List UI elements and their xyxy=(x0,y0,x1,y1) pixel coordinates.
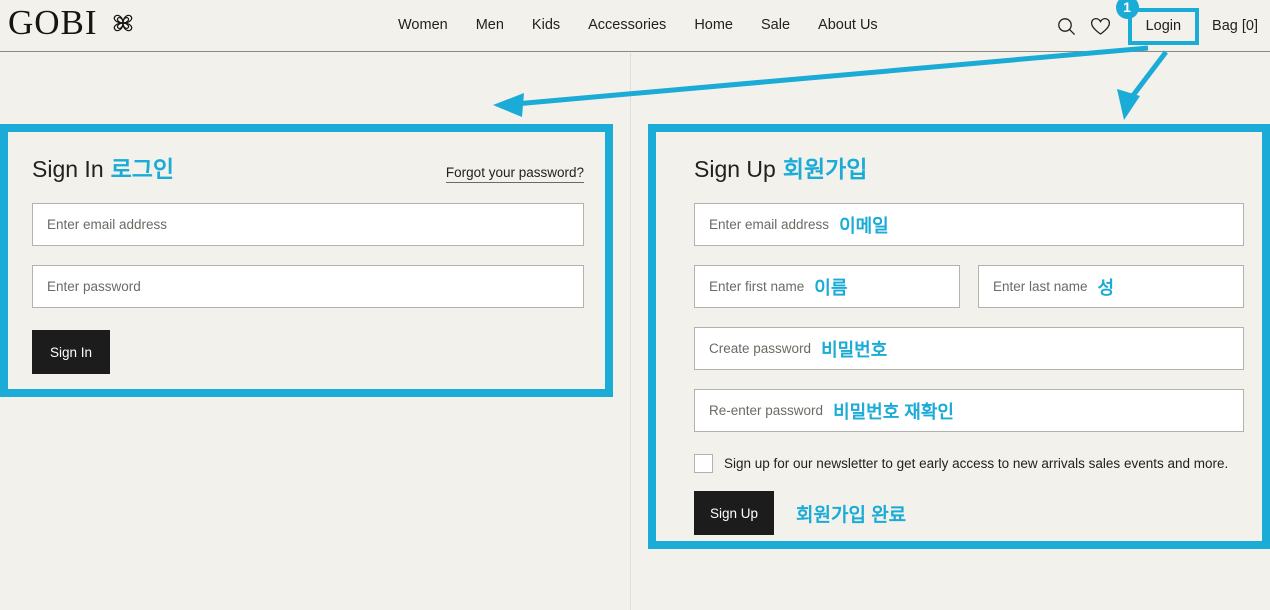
brand-wordmark: GOBI xyxy=(8,3,98,42)
nav-item-home[interactable]: Home xyxy=(680,17,747,33)
newsletter-label: Sign up for our newsletter to get early … xyxy=(724,456,1229,471)
signup-last-name-field[interactable]: Enter last name 성 xyxy=(978,265,1244,308)
arrow-login-to-signin xyxy=(493,45,1149,117)
signin-password-placeholder: Enter password xyxy=(47,279,141,294)
heart-icon[interactable] xyxy=(1084,9,1118,43)
nav-item-men[interactable]: Men xyxy=(462,17,518,33)
sign-in-title-en: Sign In xyxy=(32,156,104,182)
signin-password-field[interactable]: Enter password xyxy=(32,265,584,308)
bag-button[interactable]: Bag [0] xyxy=(1212,18,1258,34)
nav-item-accessories[interactable]: Accessories xyxy=(574,17,680,33)
signup-first-name-placeholder: Enter first name xyxy=(709,279,805,294)
sign-up-submit-button[interactable]: Sign Up xyxy=(694,491,774,535)
sign-in-title-kr: 로그인 xyxy=(110,156,175,182)
main-navigation: Women Men Kids Accessories Home Sale Abo… xyxy=(398,17,892,33)
sign-in-header: Sign In 로그인 Forgot your password? xyxy=(32,150,584,184)
login-button[interactable]: Login xyxy=(1127,7,1200,45)
site-header: GOBI Women Men Kids Accessories Home Sal… xyxy=(0,0,1270,52)
signup-create-password-field[interactable]: Create password 비밀번호 xyxy=(694,327,1244,370)
nav-item-women[interactable]: Women xyxy=(398,17,462,33)
sign-up-content: Sign Up 회원가입 Enter email address 이메일 Ente… xyxy=(694,150,1244,535)
signup-name-row: Enter first name 이름 Enter last name 성 xyxy=(694,265,1244,308)
signup-first-name-field[interactable]: Enter first name 이름 xyxy=(694,265,960,308)
newsletter-row: Sign up for our newsletter to get early … xyxy=(694,454,1244,473)
signup-create-password-annotation-kr: 비밀번호 xyxy=(821,339,888,360)
signup-email-field[interactable]: Enter email address 이메일 xyxy=(694,203,1244,246)
login-button-wrapper: Login 1 xyxy=(1115,0,1200,45)
sign-up-panel: Sign Up 회원가입 Enter email address 이메일 Ente… xyxy=(648,124,1270,549)
signup-create-password-placeholder: Create password xyxy=(709,341,812,356)
newsletter-checkbox[interactable] xyxy=(694,454,713,473)
sign-in-submit-button[interactable]: Sign In xyxy=(32,330,110,374)
sign-in-content: Sign In 로그인 Forgot your password? Enter e… xyxy=(32,150,584,374)
clover-knot-icon xyxy=(108,8,138,38)
sign-up-title-kr: 회원가입 xyxy=(782,156,868,182)
header-actions: Login 1 Bag [0] xyxy=(1050,0,1270,52)
nav-item-about-us[interactable]: About Us xyxy=(804,17,892,33)
brand-logo[interactable]: GOBI xyxy=(8,4,138,42)
sign-up-title: Sign Up 회원가입 xyxy=(694,150,867,184)
signup-reenter-password-annotation-kr: 비밀번호 재확인 xyxy=(833,401,954,422)
sign-up-submit-row: Sign Up 회원가입 완료 xyxy=(694,491,1244,535)
signin-email-field[interactable]: Enter email address xyxy=(32,203,584,246)
signup-reenter-password-field[interactable]: Re-enter password 비밀번호 재확인 xyxy=(694,389,1244,432)
signup-last-name-annotation-kr: 성 xyxy=(1097,277,1115,298)
nav-item-kids[interactable]: Kids xyxy=(518,17,574,33)
sign-up-header: Sign Up 회원가입 xyxy=(694,150,1244,184)
search-icon[interactable] xyxy=(1050,9,1084,43)
signup-email-placeholder: Enter email address xyxy=(709,217,830,232)
signup-last-name-placeholder: Enter last name xyxy=(993,279,1088,294)
signup-first-name-annotation-kr: 이름 xyxy=(814,277,848,298)
sign-up-submit-annotation-kr: 회원가입 완료 xyxy=(796,504,907,526)
step-badge-1: 1 xyxy=(1115,0,1139,19)
signup-email-annotation-kr: 이메일 xyxy=(839,215,889,236)
sign-up-title-en: Sign Up xyxy=(694,156,776,182)
signup-reenter-password-placeholder: Re-enter password xyxy=(709,403,824,418)
arrow-login-to-signup xyxy=(1117,50,1168,120)
sign-in-panel: Sign In 로그인 Forgot your password? Enter e… xyxy=(0,124,613,397)
nav-item-sale[interactable]: Sale xyxy=(747,17,804,33)
signin-email-placeholder: Enter email address xyxy=(47,217,168,232)
forgot-password-link[interactable]: Forgot your password? xyxy=(445,165,584,183)
column-divider xyxy=(630,53,631,610)
sign-in-title: Sign In 로그인 xyxy=(32,150,174,184)
